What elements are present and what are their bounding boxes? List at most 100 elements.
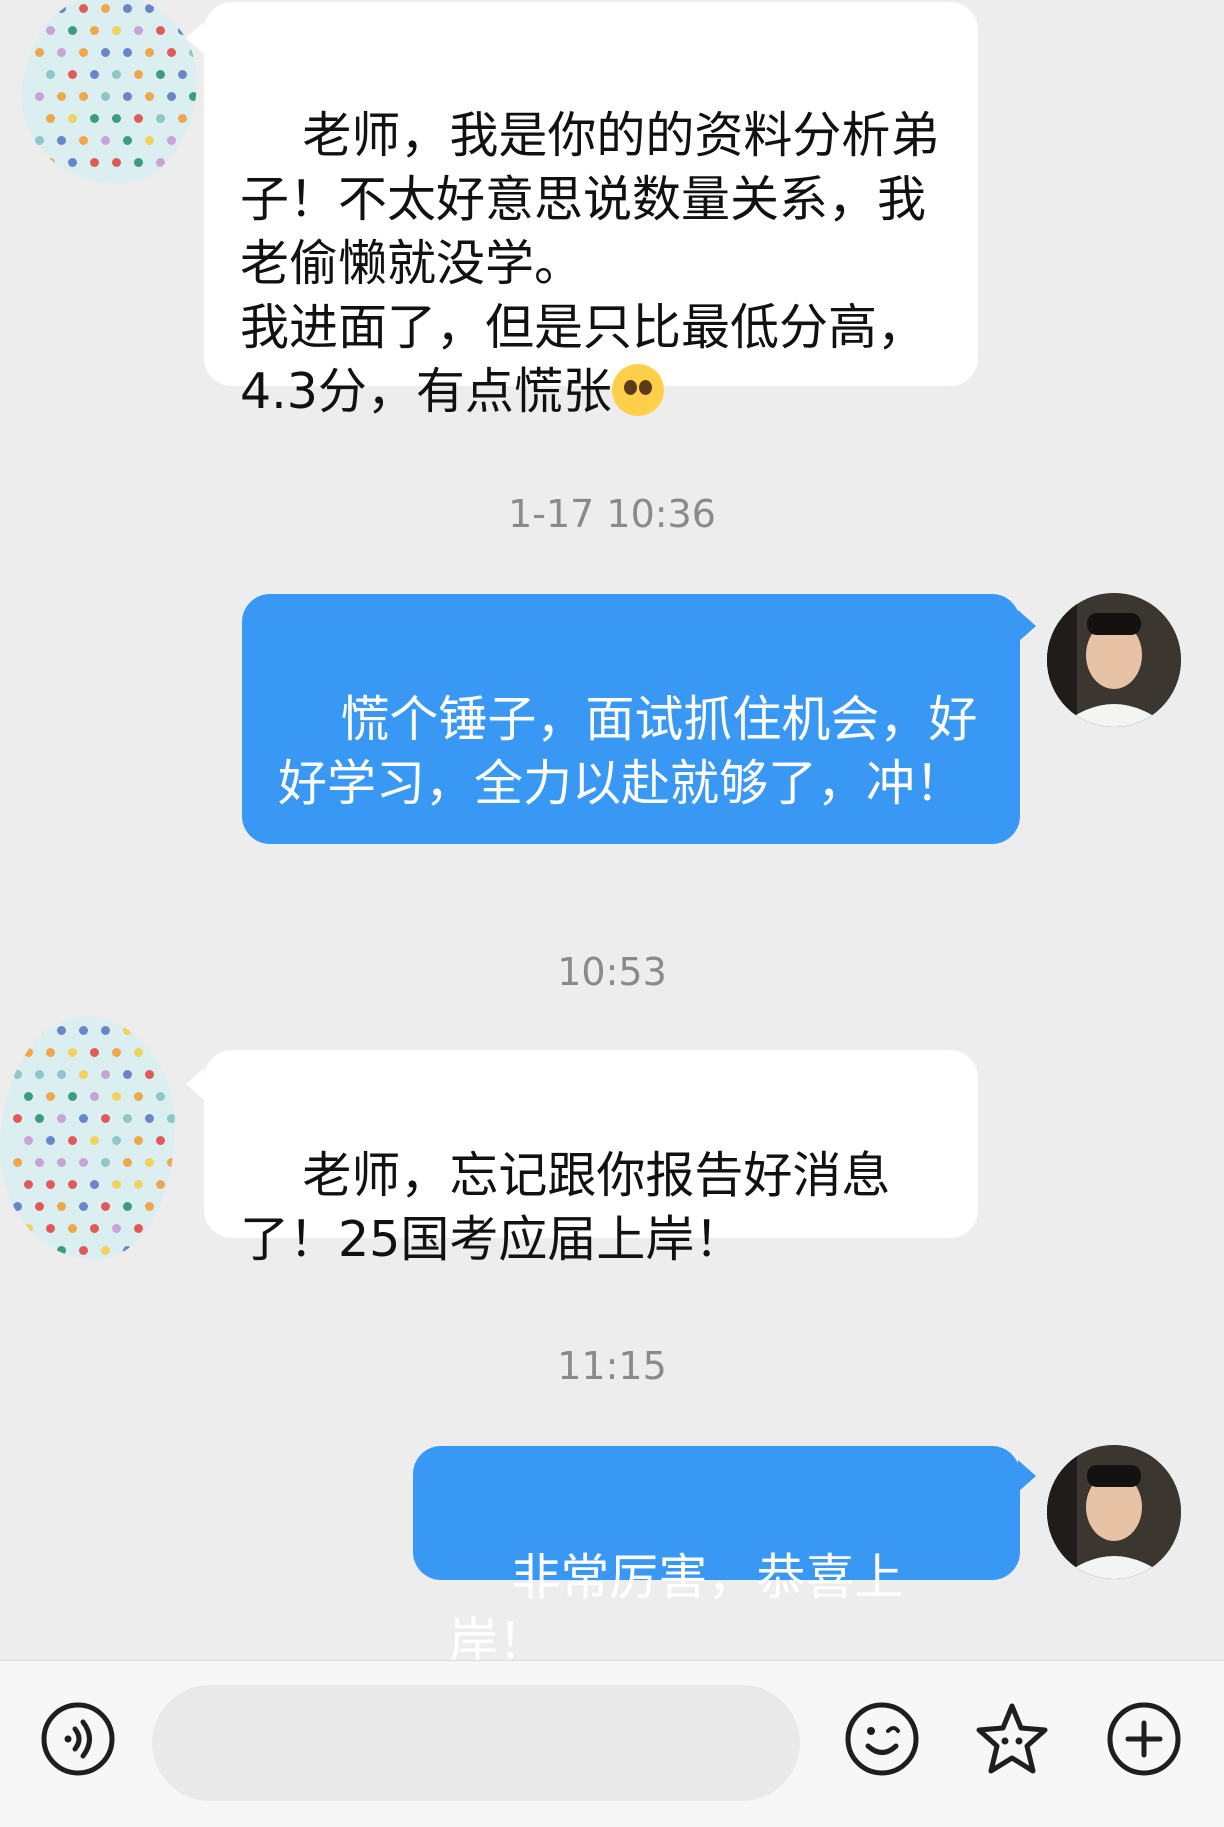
bubble-tail <box>1018 610 1036 642</box>
decorative-dot <box>134 26 143 35</box>
decorative-dot <box>134 1224 143 1233</box>
decorative-dot <box>167 92 176 101</box>
decorative-dot <box>46 26 55 35</box>
message-input[interactable] <box>152 1685 800 1801</box>
decorative-dot <box>79 4 88 13</box>
decorative-dot <box>35 1114 44 1123</box>
decorative-dot <box>145 1026 154 1035</box>
bubble-tail <box>186 1068 204 1100</box>
decorative-dot <box>145 4 154 13</box>
decorative-dot <box>13 1202 22 1211</box>
sticker-button[interactable] <box>974 1701 1050 1777</box>
decorative-dot <box>134 1048 143 1057</box>
decorative-dot <box>24 1092 33 1101</box>
message-bubble-outgoing[interactable]: 慌个锤子，面试抓住机会，好好学习，全力以赴就够了，冲！ <box>242 594 1020 844</box>
message-bubble-incoming[interactable]: 老师，我是你的的资料分析弟子！不太好意思说数量关系，我老偷懒就没学。 我进面了，… <box>204 2 978 420</box>
decorative-dot <box>123 1026 132 1035</box>
decorative-dot <box>68 70 77 79</box>
decorative-dot <box>145 1070 154 1079</box>
decorative-dot <box>13 1114 22 1123</box>
decorative-dot <box>101 136 110 145</box>
decorative-dot <box>46 1224 55 1233</box>
decorative-dot <box>57 1246 66 1255</box>
pleading-face-icon <box>611 364 664 416</box>
decorative-dot <box>189 4 197 13</box>
decorative-dot <box>68 26 77 35</box>
decorative-dot <box>178 158 187 167</box>
decorative-dot <box>35 1070 44 1079</box>
decorative-dot <box>156 1136 165 1145</box>
decorative-dot <box>46 114 55 123</box>
decorative-dot <box>46 1136 55 1145</box>
decorative-dot <box>134 1092 143 1101</box>
decorative-dot <box>178 114 187 123</box>
decorative-dot <box>46 1180 55 1189</box>
decorative-dot <box>24 1048 33 1057</box>
decorative-dot <box>101 92 110 101</box>
decorative-dot <box>90 70 99 79</box>
contact-avatar[interactable] <box>0 1016 175 1260</box>
decorative-dot <box>123 4 132 13</box>
decorative-dot <box>156 26 165 35</box>
decorative-dot <box>112 1180 121 1189</box>
message-bubble-outgoing[interactable]: 非常厉害，恭喜上岸！ <box>413 1446 1020 1670</box>
decorative-dot <box>90 1180 99 1189</box>
decorative-dot <box>123 48 132 57</box>
message-text: 老师，忘记跟你报告好消息了！25国考应届上岸！ <box>240 1147 891 1268</box>
decorative-dot <box>24 1136 33 1145</box>
decorative-dot <box>68 1136 77 1145</box>
decorative-dot <box>46 1048 55 1057</box>
decorative-dot <box>145 1158 154 1167</box>
decorative-dot <box>112 70 121 79</box>
decorative-dot <box>79 92 88 101</box>
decorative-dot <box>90 158 99 167</box>
decorative-dot <box>35 4 44 13</box>
more-button[interactable] <box>1106 1701 1182 1777</box>
avatar-portrait <box>1047 593 1181 727</box>
my-avatar[interactable] <box>1047 593 1181 727</box>
decorative-dot <box>123 1070 132 1079</box>
decorative-dot <box>46 158 55 167</box>
decorative-dot <box>156 1180 165 1189</box>
decorative-dot <box>189 92 197 101</box>
message-text: 慌个锤子，面试抓住机会，好好学习，全力以赴就够了，冲！ <box>278 691 978 812</box>
timestamp: 1-17 10:36 <box>508 492 716 536</box>
decorative-dot <box>101 1070 110 1079</box>
decorative-dot <box>101 4 110 13</box>
emoji-button[interactable] <box>844 1701 920 1777</box>
timestamp: 10:53 <box>557 950 667 994</box>
decorative-dot <box>90 1092 99 1101</box>
decorative-dot <box>13 1026 22 1035</box>
message-bubble-incoming[interactable]: 老师，忘记跟你报告好消息了！25国考应届上岸！ <box>204 1050 978 1268</box>
decorative-dot <box>123 1114 132 1123</box>
decorative-dot <box>35 1246 44 1255</box>
decorative-dot <box>35 48 44 57</box>
decorative-dot <box>145 1246 154 1255</box>
decorative-dot <box>123 1158 132 1167</box>
decorative-dot <box>101 1114 110 1123</box>
bubble-tail <box>1018 1460 1036 1492</box>
decorative-dot <box>57 92 66 101</box>
decorative-dot <box>68 1092 77 1101</box>
decorative-dot <box>189 136 197 145</box>
decorative-dot <box>101 1026 110 1035</box>
decorative-dot <box>112 26 121 35</box>
decorative-dot <box>167 136 176 145</box>
decorative-dot <box>79 1202 88 1211</box>
decorative-dot <box>24 1180 33 1189</box>
voice-button[interactable] <box>40 1701 116 1777</box>
decorative-dot <box>101 1202 110 1211</box>
smiley-icon <box>845 1702 919 1776</box>
decorative-dot <box>167 1246 175 1255</box>
decorative-dot <box>178 70 187 79</box>
decorative-dot <box>134 158 143 167</box>
my-avatar[interactable] <box>1047 1445 1181 1579</box>
decorative-dot <box>57 1158 66 1167</box>
decorative-dot <box>101 48 110 57</box>
decorative-dot <box>112 1048 121 1057</box>
decorative-dot <box>123 92 132 101</box>
decorative-dot <box>79 1114 88 1123</box>
contact-avatar[interactable] <box>22 0 197 184</box>
decorative-dot <box>134 70 143 79</box>
decorative-dot <box>145 136 154 145</box>
